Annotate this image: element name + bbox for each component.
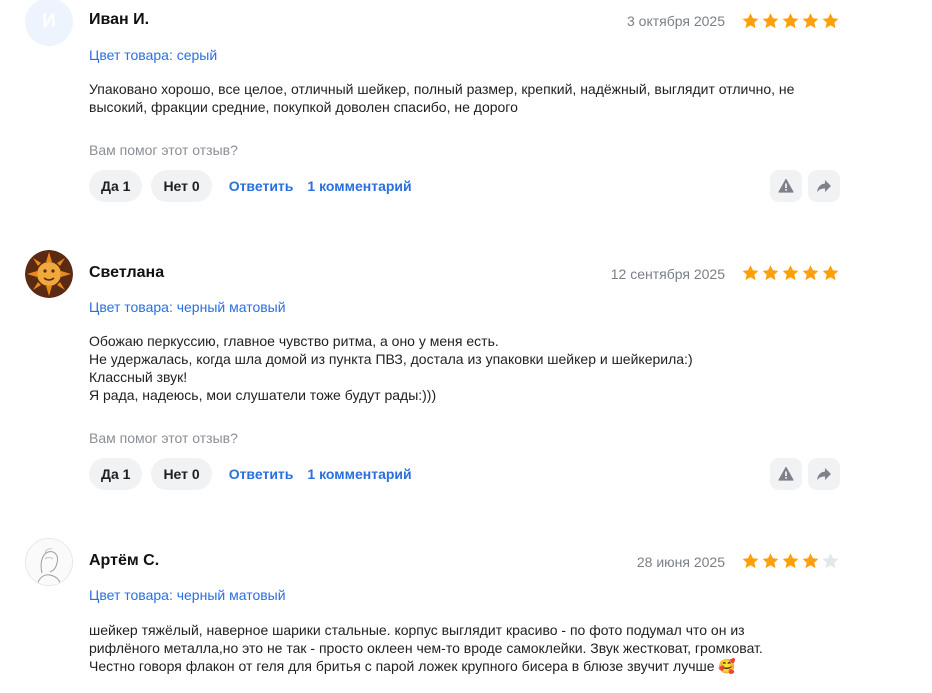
review-text-line: Я рада, надеюсь, мои слушатели тоже буду… [89,387,437,403]
star-filled-icon [782,13,799,29]
review-actions: Да 1 Нет 0 Ответить 1 комментарий [89,457,426,491]
review-date: 28 июня 2025 [636,554,725,570]
star-filled-icon [802,13,819,29]
helpful-yes-button[interactable]: Да 1 [89,170,143,202]
star-filled-icon [822,265,839,281]
review-text: Упаковано хорошо, все целое, отличный ше… [89,80,829,116]
avatar[interactable] [25,538,73,586]
review-actions: Да 1 Нет 0 Ответить 1 комментарий [89,169,426,203]
review-text-line: Не удержалась, когда шла домой из пункта… [89,351,693,367]
star-empty-icon [822,553,839,569]
star-filled-icon [742,265,759,281]
rating-stars [741,12,840,30]
review-text-line: Упаковано хорошо, все целое, отличный ше… [89,81,795,97]
star-filled-icon [782,553,799,569]
star-filled-icon [802,553,819,569]
review-text: Обожаю перкуссию, главное чувство ритма,… [89,332,829,404]
star-filled-icon [762,13,779,29]
warning-icon [778,178,794,193]
product-color-link[interactable]: Цвет товара: серый [89,47,217,63]
star-filled-icon [802,265,819,281]
review-date: 3 октября 2025 [627,13,725,29]
star-filled-icon [742,13,759,29]
product-color-link[interactable]: Цвет товара: черный матовый [89,587,286,603]
sun-face-avatar-icon [25,250,73,298]
review-date: 12 сентября 2025 [610,266,725,282]
review-text-line: Честно говоря флакон от геля для бритья … [89,658,736,674]
product-color-link[interactable]: Цвет товара: черный матовый [89,299,286,315]
report-button[interactable] [770,170,802,202]
share-arrow-icon [817,180,831,193]
review-text: шейкер тяжёлый, наверное шарики стальные… [89,621,829,675]
review-text-line: рифлёного металла,но это не так - просто… [89,640,763,656]
star-filled-icon [762,553,779,569]
helpful-question: Вам помог этот отзыв? [89,430,238,446]
rating-stars [741,264,840,282]
helpful-yes-button[interactable]: Да 1 [89,458,143,490]
helpful-no-button[interactable]: Нет 0 [151,170,212,202]
author-name[interactable]: Иван И. [89,11,149,29]
star-filled-icon [762,265,779,281]
reply-button[interactable]: Ответить [229,178,294,194]
star-filled-icon [742,553,759,569]
share-button[interactable] [808,458,840,490]
share-button[interactable] [808,170,840,202]
author-name[interactable]: Светлана [89,264,164,282]
avatar[interactable] [25,250,73,298]
reply-button[interactable]: Ответить [229,466,294,482]
avatar[interactable]: И [25,0,73,46]
review-text-line: шейкер тяжёлый, наверное шарики стальные… [89,622,745,638]
share-arrow-icon [817,468,831,481]
review-text-line: высокий, фракции средние, покупкой довол… [89,99,518,115]
warning-icon [778,466,794,481]
comments-link[interactable]: 1 комментарий [307,466,411,482]
helpful-no-button[interactable]: Нет 0 [151,458,212,490]
review-text-line: Обожаю перкуссию, главное чувство ритма,… [89,333,499,349]
star-filled-icon [782,265,799,281]
rating-stars [741,552,840,570]
star-filled-icon [822,13,839,29]
report-button[interactable] [770,458,802,490]
sketch-portrait-avatar-icon [26,539,72,585]
review-text-line: Классный звук! [89,369,188,385]
helpful-question: Вам помог этот отзыв? [89,142,238,158]
author-name[interactable]: Артём С. [89,552,159,570]
comments-link[interactable]: 1 комментарий [307,178,411,194]
avatar-letter: И [42,11,56,32]
